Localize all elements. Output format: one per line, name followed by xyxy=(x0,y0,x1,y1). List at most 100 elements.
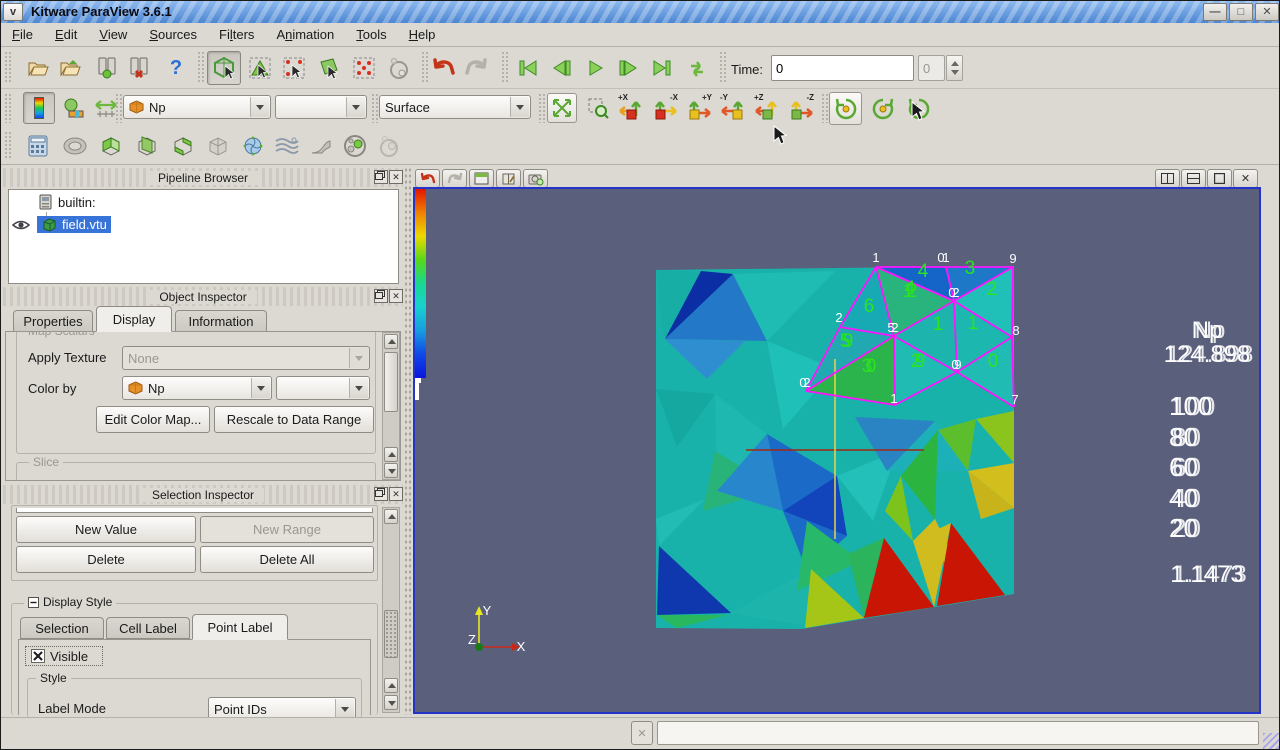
object-inspector-titlebar[interactable]: Object Inspector xyxy=(3,287,403,306)
toolbar-handle[interactable] xyxy=(197,51,204,84)
scroll-up-icon[interactable] xyxy=(384,447,398,462)
zoom-to-box-button[interactable] xyxy=(583,93,613,123)
previous-frame-button[interactable] xyxy=(547,53,577,83)
stream-tracer-button[interactable] xyxy=(271,130,303,162)
dock-splitter[interactable] xyxy=(404,167,411,715)
pipeline-close-button[interactable]: ✕ xyxy=(389,170,403,184)
tab-information[interactable]: Information xyxy=(175,310,267,332)
delete-all-button[interactable]: Delete All xyxy=(200,546,374,573)
view-minus-z-button[interactable]: -Z xyxy=(785,92,817,124)
combo-dropdown-icon[interactable] xyxy=(349,378,368,398)
threshold-filter-button[interactable] xyxy=(167,130,199,162)
scroll-up-icon[interactable] xyxy=(384,334,398,349)
object-inspector-float-button[interactable] xyxy=(374,289,388,303)
toolbar-handle[interactable] xyxy=(421,51,428,84)
visible-checkbox-wrap[interactable]: Visible xyxy=(25,646,103,666)
title-bar[interactable]: v Kitware ParaView 3.6.1 — □ ✕ xyxy=(1,1,1280,23)
view-plus-x-button[interactable]: +X xyxy=(615,92,647,124)
loop-button[interactable] xyxy=(681,53,713,83)
interact-3d-button[interactable] xyxy=(207,51,241,85)
maximize-view-button[interactable] xyxy=(1207,169,1232,188)
frame-spin-arrows[interactable] xyxy=(946,55,963,81)
rotate-actor-button[interactable] xyxy=(866,92,899,125)
mesh-scene[interactable]: 10192528020210974341226115930290XYZ xyxy=(415,189,1259,712)
menu-item-edit[interactable]: Edit xyxy=(44,23,88,46)
combo-dropdown-icon[interactable] xyxy=(251,378,270,398)
delete-button[interactable]: Delete xyxy=(16,546,196,573)
disconnect-server-button[interactable] xyxy=(123,52,155,84)
view-settings-button[interactable] xyxy=(469,169,494,188)
pipeline-item-builtin[interactable]: builtin: xyxy=(39,194,96,210)
scroll-thumb[interactable] xyxy=(384,352,398,412)
tab-display[interactable]: Display xyxy=(96,306,172,332)
reset-camera-button[interactable] xyxy=(547,93,577,123)
combo-dropdown-icon[interactable] xyxy=(335,699,354,719)
clip-filter-button[interactable] xyxy=(95,130,127,162)
menu-item-file[interactable]: File xyxy=(1,23,44,46)
view-minus-y-button[interactable]: -Y xyxy=(717,92,749,124)
toolbar-handle[interactable] xyxy=(4,93,11,123)
pipeline-tree[interactable]: builtin: field.vtu xyxy=(8,189,399,284)
group-datasets-button[interactable] xyxy=(339,130,371,162)
camera-undo-button[interactable] xyxy=(415,169,440,188)
scroll-thumb[interactable] xyxy=(384,610,398,658)
menu-item-tools[interactable]: Tools xyxy=(345,23,397,46)
split-view-horizontal-button[interactable] xyxy=(1181,169,1206,188)
view-minus-x-button[interactable]: -X xyxy=(649,92,681,124)
selection-inspector-scrollbar[interactable] xyxy=(382,507,400,713)
toolbar-handle[interactable] xyxy=(501,51,508,84)
camera-redo-button[interactable] xyxy=(442,169,467,188)
window-menu-icon[interactable]: v xyxy=(3,3,23,21)
new-range-button[interactable]: New Range xyxy=(200,516,374,543)
glyph-filter-button[interactable] xyxy=(237,130,269,162)
minimize-button[interactable]: — xyxy=(1203,3,1227,21)
first-frame-button[interactable] xyxy=(513,53,543,83)
scroll-down-icon[interactable] xyxy=(384,463,398,478)
menu-item-view[interactable]: View xyxy=(88,23,138,46)
resize-grip[interactable] xyxy=(1263,733,1279,749)
maximize-button[interactable]: □ xyxy=(1229,3,1253,21)
rotate-camera-button[interactable] xyxy=(829,92,862,125)
combo-dropdown-icon[interactable] xyxy=(510,97,529,117)
pipeline-float-button[interactable] xyxy=(374,170,388,184)
cancel-progress-button[interactable]: ✕ xyxy=(631,721,653,745)
select-cells-on-button[interactable] xyxy=(244,51,276,85)
split-view-vertical-button[interactable] xyxy=(1155,169,1180,188)
spin-down-icon[interactable] xyxy=(951,70,959,75)
toggle-color-legend-button[interactable] xyxy=(23,92,55,124)
representation-combo[interactable]: Surface xyxy=(379,95,531,119)
toolbar-handle[interactable] xyxy=(719,51,726,84)
next-frame-button[interactable] xyxy=(613,53,643,83)
redo-button[interactable] xyxy=(461,52,491,84)
tab-selection[interactable]: Selection xyxy=(20,617,104,639)
close-view-button[interactable]: ✕ xyxy=(1233,169,1258,188)
menu-item-animation[interactable]: Animation xyxy=(265,23,345,46)
selection-inspector-float-button[interactable] xyxy=(374,487,388,501)
pipeline-item-fieldvtu[interactable]: field.vtu xyxy=(37,216,111,233)
tab-properties[interactable]: Properties xyxy=(13,310,93,332)
toolbar-handle[interactable] xyxy=(538,93,545,123)
close-button[interactable]: ✕ xyxy=(1255,3,1279,21)
menu-item-help[interactable]: Help xyxy=(398,23,447,46)
time-input[interactable] xyxy=(771,55,914,81)
scroll-up-icon[interactable] xyxy=(384,678,398,693)
scroll-down-icon[interactable] xyxy=(384,695,398,710)
menu-item-filters[interactable]: Filters xyxy=(208,23,265,46)
toolbar-handle[interactable] xyxy=(115,93,122,123)
spin-up-icon[interactable] xyxy=(951,61,959,66)
select-points-through-button[interactable] xyxy=(348,51,380,85)
visibility-eye[interactable] xyxy=(11,218,31,232)
toolbar-handle[interactable] xyxy=(4,131,11,160)
selection-inspector-titlebar[interactable]: Selection Inspector xyxy=(3,485,403,504)
help-button[interactable]: ? xyxy=(161,52,191,84)
undo-button[interactable] xyxy=(429,52,459,84)
color-by-array-combo[interactable]: Np xyxy=(123,95,271,119)
hover-cells-button[interactable] xyxy=(382,51,414,85)
extract-subset-button[interactable] xyxy=(203,130,233,162)
pipeline-browser-titlebar[interactable]: Pipeline Browser xyxy=(3,168,403,187)
toolbar-handle[interactable] xyxy=(371,93,378,123)
connect-server-button[interactable] xyxy=(91,52,123,84)
slice-filter-button[interactable] xyxy=(131,130,163,162)
object-inspector-scrollbar[interactable] xyxy=(382,332,400,480)
last-frame-button[interactable] xyxy=(647,53,677,83)
